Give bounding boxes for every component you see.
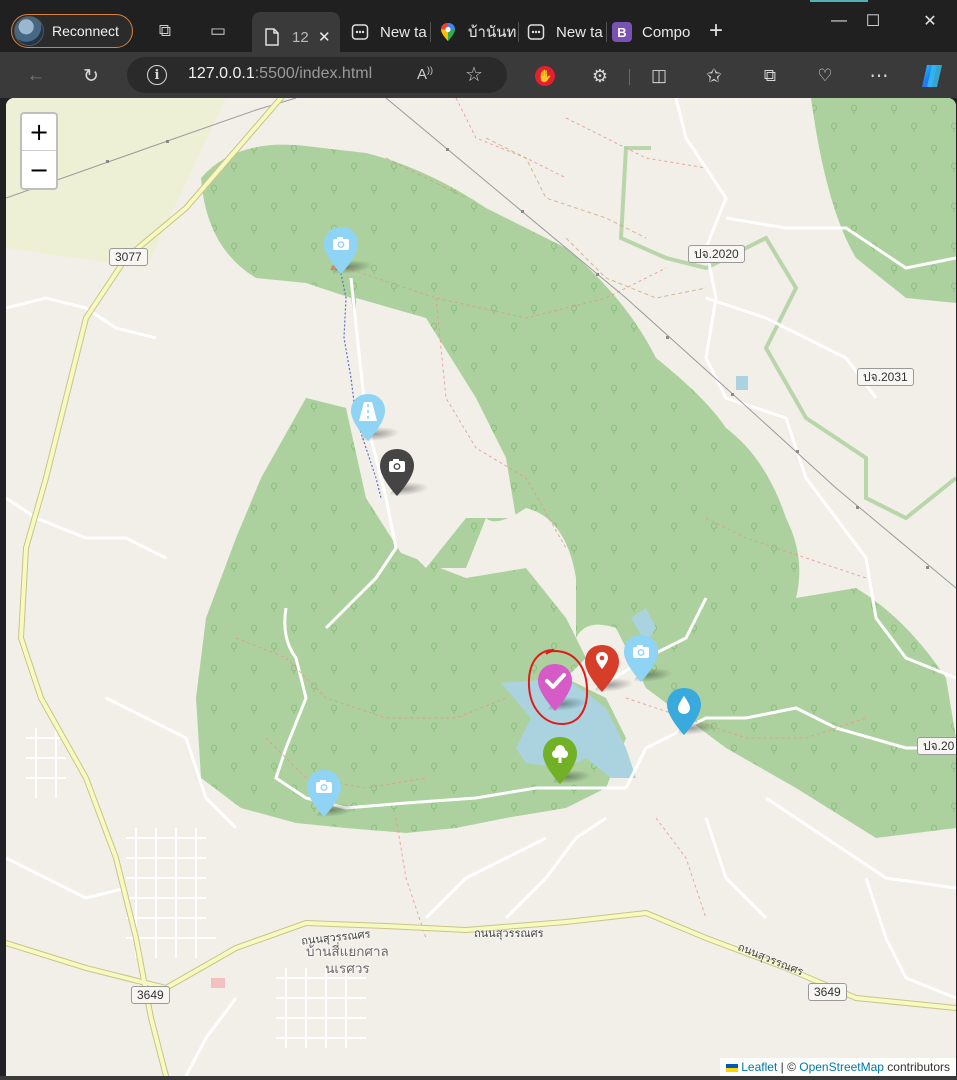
zoom-control: + −	[20, 112, 58, 190]
tab-label: บ้านันท	[468, 24, 516, 41]
tab-label: Compo	[642, 23, 690, 41]
copilot-icon[interactable]	[918, 62, 946, 90]
favorite-star-icon[interactable]: ☆	[465, 62, 483, 87]
refresh-button[interactable]: ↻	[77, 62, 105, 90]
workspaces-icon[interactable]: ⧉	[152, 18, 178, 44]
camera-marker[interactable]	[622, 634, 678, 684]
zoom-out-button[interactable]: −	[22, 151, 56, 188]
maximize-button[interactable]: ☐	[850, 8, 896, 34]
tree-marker[interactable]	[541, 736, 597, 786]
site-info-icon[interactable]: i	[147, 65, 167, 85]
avatar	[14, 16, 44, 46]
favorites-icon[interactable]: ✩	[700, 62, 728, 90]
tab-newtab-1[interactable]: New ta	[348, 12, 428, 52]
camera-marker[interactable]	[322, 226, 378, 276]
toolbar-separator	[629, 69, 630, 85]
osm-link[interactable]: OpenStreetMap	[799, 1060, 884, 1074]
close-tab-icon[interactable]: ✕	[318, 28, 331, 46]
extensions-icon[interactable]: ⚙	[586, 62, 614, 90]
leaflet-map[interactable]: 3077 ปจ.2020 ปจ.2031 ปจ.20 3649 3649 ถนน…	[6, 98, 956, 1076]
location-marker[interactable]	[583, 644, 639, 694]
tab-label: New ta	[380, 23, 427, 41]
camera-marker[interactable]	[305, 769, 361, 819]
tab-label: 12	[292, 28, 309, 46]
tab-actions-icon[interactable]: ▭	[205, 18, 231, 44]
browser-essentials-icon[interactable]: ♡	[811, 62, 839, 90]
url-host: 127.0.0.1	[188, 65, 255, 82]
tab-label: New ta	[556, 23, 603, 41]
newtab-icon	[350, 22, 370, 42]
attribution-suffix: contributors	[883, 1060, 950, 1074]
toolbar: ← ↻ i 127.0.0.1:5500/index.html A)) ☆ ✋ …	[0, 52, 957, 98]
tab-separator	[430, 22, 431, 42]
read-aloud-icon[interactable]: A))	[417, 65, 433, 83]
collections-icon[interactable]: ⧉	[756, 62, 784, 90]
new-tab-button[interactable]: +	[703, 17, 729, 44]
file-icon	[262, 27, 282, 47]
split-screen-icon[interactable]: ◫	[645, 62, 673, 90]
profile-reconnect-button[interactable]: Reconnect	[11, 14, 133, 48]
tab-components[interactable]: B Compo	[610, 12, 690, 52]
water-marker[interactable]	[665, 687, 721, 737]
more-menu-icon[interactable]: ⋯	[865, 62, 893, 90]
attribution-separator: | ©	[777, 1060, 800, 1074]
url-text[interactable]: 127.0.0.1:5500/index.html	[188, 65, 372, 83]
check-marker-selected[interactable]	[536, 663, 592, 713]
place-label: บ้านสี่แยกศาล นเรศวร	[306, 944, 389, 976]
ukraine-flag-icon	[726, 1063, 739, 1072]
camera-dark-marker[interactable]	[378, 448, 434, 498]
window-accent	[810, 0, 868, 2]
road-shield-3649: 3649	[131, 986, 170, 1004]
address-bar[interactable]: i 127.0.0.1:5500/index.html A)) ☆	[127, 57, 507, 93]
road-shield-2031: ปจ.2031	[857, 368, 914, 386]
road-shield-3077: 3077	[109, 248, 148, 266]
close-window-button[interactable]: ✕	[907, 8, 953, 34]
tab-google-maps[interactable]: บ้านันท	[436, 12, 516, 52]
newtab-icon	[526, 22, 546, 42]
tab-separator	[606, 22, 607, 42]
map-attribution: Leaflet | © OpenStreetMap contributors	[720, 1058, 956, 1076]
road-shield-20: ปจ.20	[917, 737, 956, 755]
zoom-in-button[interactable]: +	[22, 114, 56, 151]
adblock-extension-icon[interactable]: ✋	[535, 66, 555, 86]
google-maps-icon	[438, 22, 458, 42]
tab-newtab-2[interactable]: New ta	[524, 12, 604, 52]
bootstrap-icon: B	[612, 22, 632, 42]
back-button[interactable]: ←	[22, 62, 50, 90]
url-path: :5500/index.html	[254, 65, 373, 82]
profile-label: Reconnect	[52, 23, 119, 39]
tab-separator	[518, 22, 519, 42]
leaflet-link[interactable]: Leaflet	[741, 1060, 777, 1074]
road-name-label: ถนนสุวรรณศร	[474, 928, 544, 940]
road-marker[interactable]	[349, 393, 405, 443]
road-shield-3649: 3649	[808, 983, 847, 1001]
window-bottom-edge	[0, 1076, 957, 1080]
road-shield-2020: ปจ.2020	[688, 245, 745, 263]
